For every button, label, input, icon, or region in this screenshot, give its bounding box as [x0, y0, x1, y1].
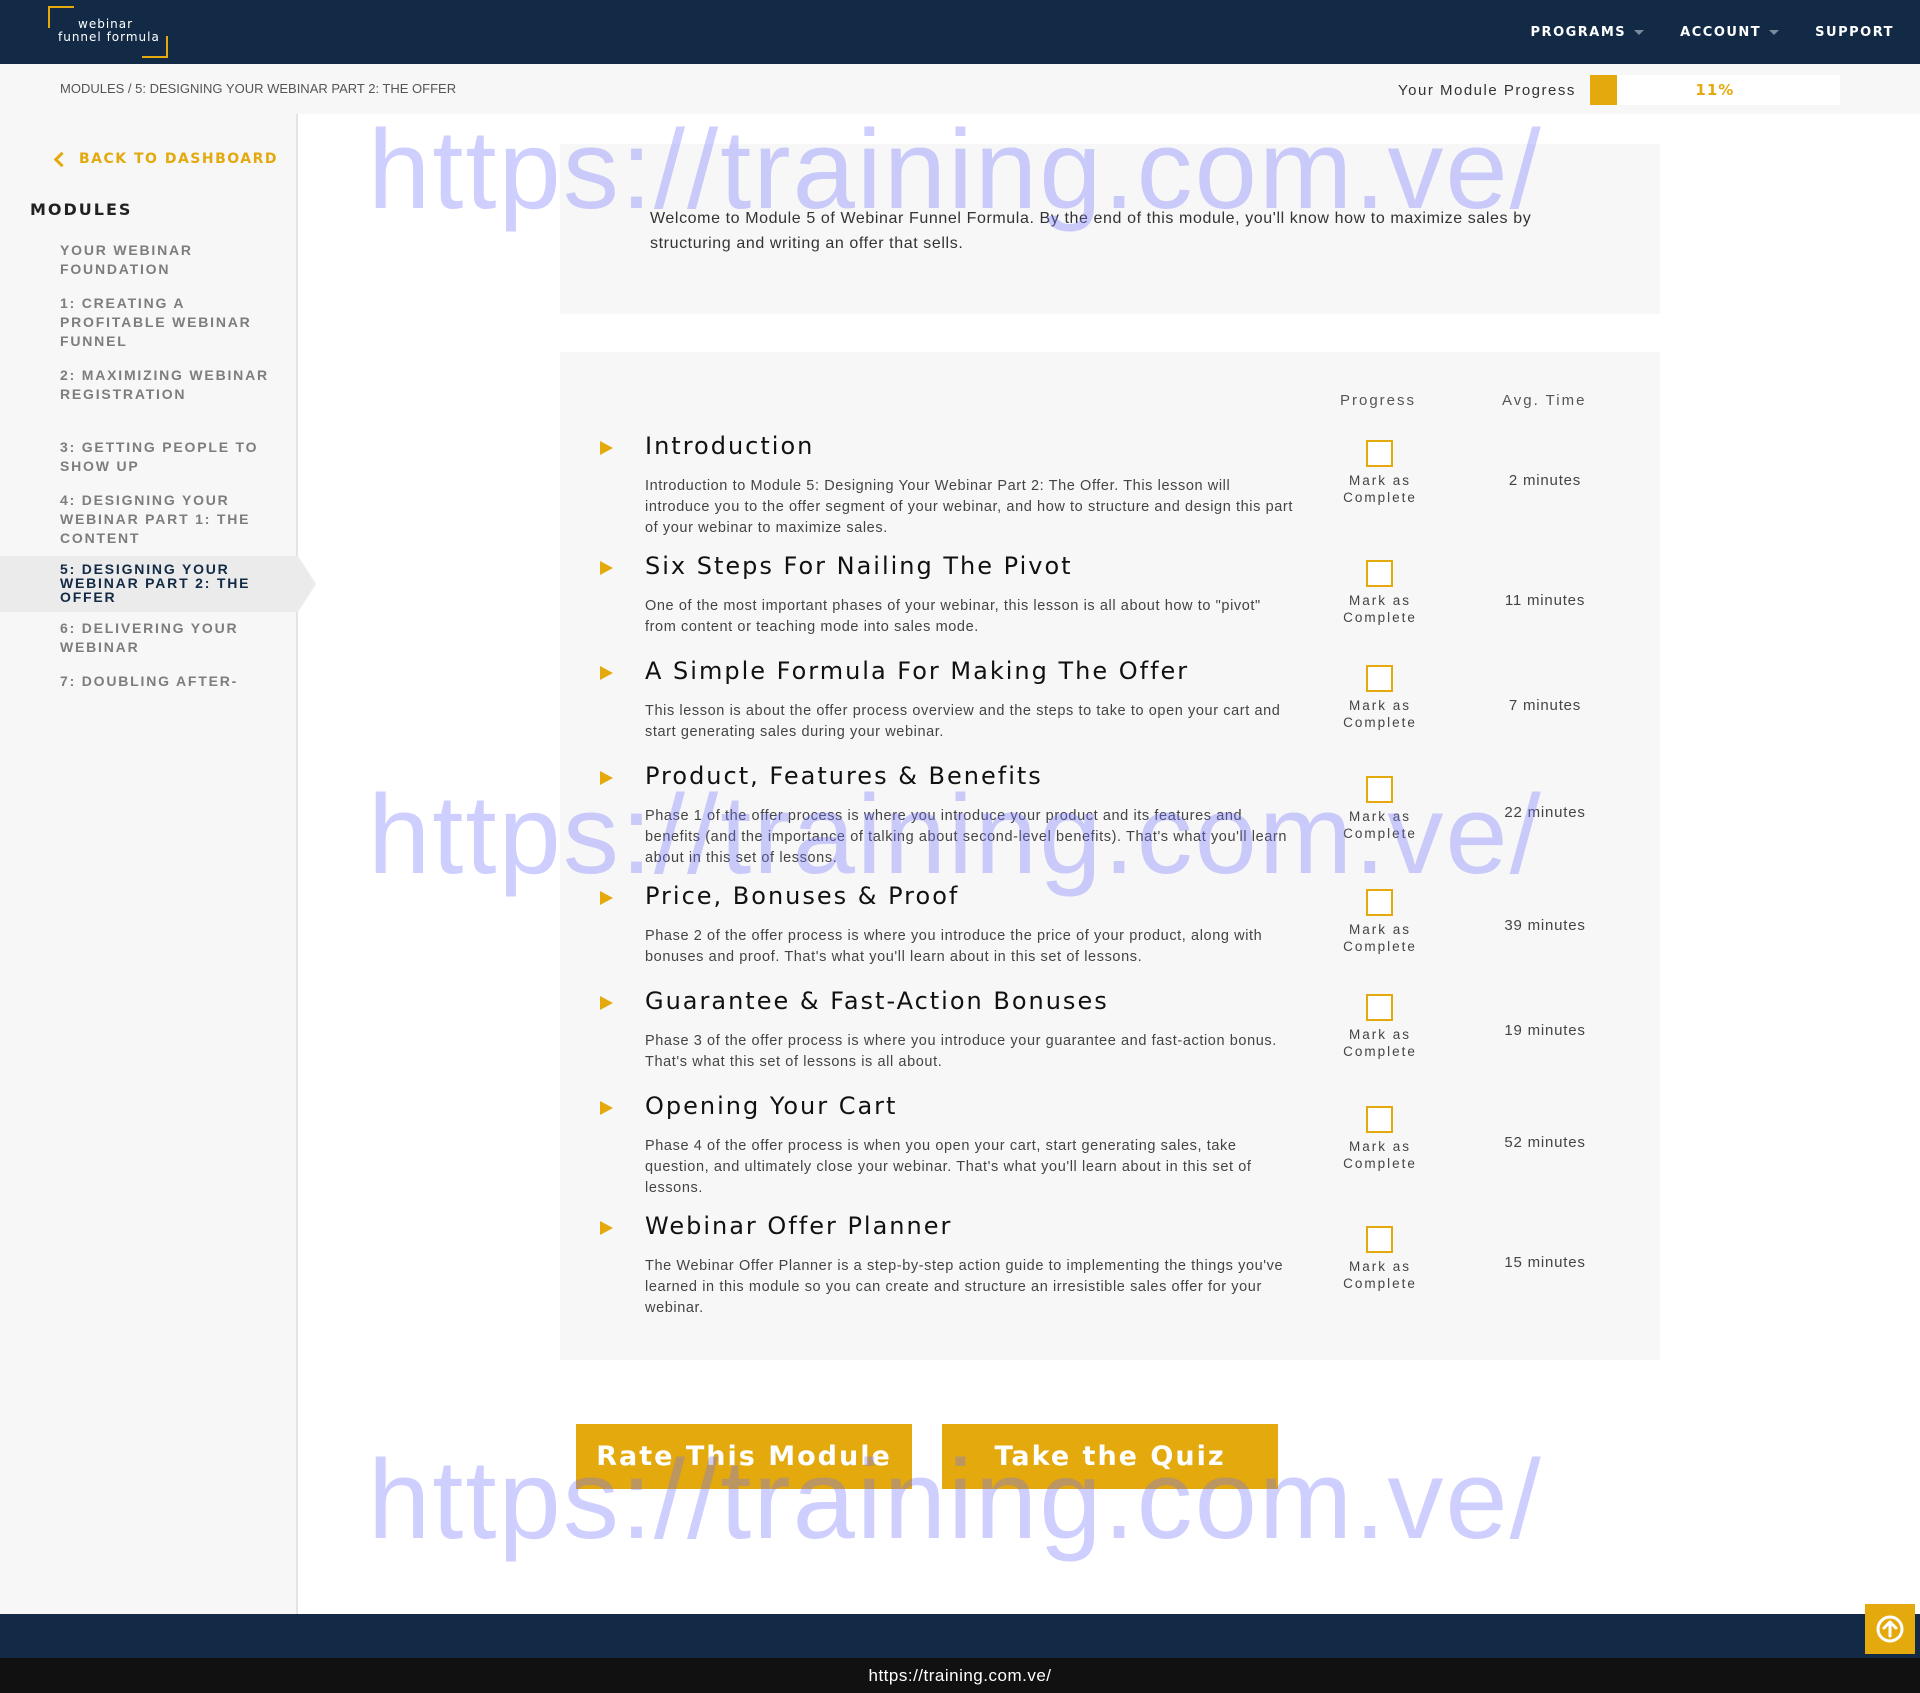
- sidebar-item-module-2[interactable]: 2: MAXIMIZING WEBINAR REGISTRATION: [60, 366, 270, 404]
- lesson-description: This lesson is about the offer process o…: [645, 703, 1281, 740]
- lesson-title[interactable]: Guarantee & Fast-Action Bonuses: [645, 987, 1109, 1015]
- module-progress-label: Your Module Progress: [1398, 81, 1576, 99]
- footer-url: https://training.com.ve/: [0, 1658, 1920, 1693]
- lesson-title[interactable]: Price, Bonuses & Proof: [645, 882, 959, 910]
- modules-heading: MODULES: [30, 200, 133, 219]
- sidebar-item-module-3[interactable]: 3: GETTING PEOPLE TO SHOW UP: [60, 438, 270, 476]
- mark-complete-label: Mark as Complete: [1343, 922, 1417, 954]
- caret-down-icon: [1769, 29, 1780, 35]
- arrow-up-circle-icon: [1876, 1615, 1904, 1643]
- logo-text-line2: funnel formula: [58, 30, 160, 44]
- play-icon[interactable]: [600, 1101, 613, 1115]
- lesson-time: 15 minutes: [1504, 1254, 1586, 1271]
- mark-complete-checkbox[interactable]: [1366, 560, 1393, 587]
- lesson-description: Phase 2 of the offer process is where yo…: [645, 928, 1263, 965]
- nav-account[interactable]: ACCOUNT: [1680, 24, 1780, 40]
- play-icon[interactable]: [600, 891, 613, 905]
- lesson-title[interactable]: Product, Features & Benefits: [645, 762, 1043, 790]
- play-icon[interactable]: [600, 441, 613, 455]
- nav-account-label: ACCOUNT: [1680, 24, 1762, 40]
- sub-header-bar: MODULES / 5: DESIGNING YOUR WEBINAR PART…: [0, 64, 1920, 114]
- module-intro-card: Welcome to Module 5 of Webinar Funnel Fo…: [560, 144, 1660, 314]
- mark-complete-checkbox[interactable]: [1366, 440, 1393, 467]
- module-progress-percent: 11%: [1695, 81, 1735, 99]
- progress-column-header: Progress: [1340, 392, 1417, 409]
- caret-down-icon: [1634, 29, 1645, 35]
- lesson-title[interactable]: Webinar Offer Planner: [645, 1212, 952, 1240]
- lesson-description: Phase 3 of the offer process is where yo…: [645, 1033, 1277, 1070]
- mark-complete-label: Mark as Complete: [1343, 809, 1417, 841]
- module-intro-text: Welcome to Module 5 of Webinar Funnel Fo…: [650, 210, 1532, 252]
- webinar-funnel-formula-logo[interactable]: webinar funnel formula: [48, 6, 168, 58]
- mark-complete-checkbox[interactable]: [1366, 889, 1393, 916]
- lesson-title[interactable]: A Simple Formula For Making The Offer: [645, 657, 1189, 685]
- lesson-description: Phase 1 of the offer process is where yo…: [645, 808, 1288, 866]
- mark-complete-label: Mark as Complete: [1343, 593, 1417, 625]
- sidebar-item-module-6[interactable]: 6: DELIVERING YOUR WEBINAR: [60, 619, 270, 657]
- lesson-description: Introduction to Module 5: Designing Your…: [645, 478, 1293, 536]
- play-icon[interactable]: [600, 561, 613, 575]
- mark-complete-label: Mark as Complete: [1343, 1027, 1417, 1059]
- sidebar-item-foundation[interactable]: YOUR WEBINAR FOUNDATION: [60, 241, 270, 279]
- mark-complete-checkbox[interactable]: [1366, 776, 1393, 803]
- breadcrumb[interactable]: MODULES / 5: DESIGNING YOUR WEBINAR PART…: [60, 81, 456, 96]
- play-icon[interactable]: [600, 666, 613, 680]
- lesson-title[interactable]: Opening Your Cart: [645, 1092, 897, 1120]
- take-quiz-button[interactable]: Take the Quiz: [942, 1424, 1278, 1489]
- mark-complete-checkbox[interactable]: [1366, 1106, 1393, 1133]
- mark-complete-label: Mark as Complete: [1343, 1139, 1417, 1171]
- sidebar-item-module-1[interactable]: 1: CREATING A PROFITABLE WEBINAR FUNNEL: [60, 294, 270, 351]
- logo-corner-top-left: [48, 6, 74, 28]
- lesson-description: One of the most important phases of your…: [645, 598, 1261, 635]
- logo-text-line1: webinar: [78, 17, 134, 31]
- chevron-left-icon: [53, 151, 70, 167]
- mark-complete-label: Mark as Complete: [1343, 1259, 1417, 1291]
- lessons-table: Progress Avg. Time Introduction Introduc…: [560, 352, 1660, 1360]
- lesson-time: 52 minutes: [1504, 1134, 1586, 1151]
- back-to-dashboard-link[interactable]: BACK TO DASHBOARD: [53, 151, 279, 167]
- module-progress: Your Module Progress 11%: [1398, 75, 1840, 105]
- mark-complete-label: Mark as Complete: [1343, 473, 1417, 505]
- lesson-time: 39 minutes: [1504, 917, 1586, 934]
- nav-programs-label: PROGRAMS: [1530, 24, 1627, 40]
- play-icon[interactable]: [600, 771, 613, 785]
- mark-complete-checkbox[interactable]: [1366, 1226, 1393, 1253]
- scroll-to-top-button[interactable]: [1865, 1604, 1915, 1654]
- nav-support-label: SUPPORT: [1815, 24, 1894, 40]
- lesson-time: 22 minutes: [1504, 804, 1586, 821]
- sidebar-item-module-5[interactable]: 5: DESIGNING YOUR WEBINAR PART 2: THE OF…: [60, 562, 270, 604]
- lesson-description: Phase 4 of the offer process is when you…: [645, 1138, 1252, 1196]
- lesson-time: 7 minutes: [1508, 697, 1582, 714]
- avg-time-column-header: Avg. Time: [1502, 392, 1587, 409]
- lesson-title[interactable]: Introduction: [645, 432, 814, 460]
- lesson-description: The Webinar Offer Planner is a step-by-s…: [645, 1258, 1284, 1316]
- page-footer: [0, 1614, 1920, 1658]
- lesson-time: 11 minutes: [1504, 592, 1586, 609]
- mark-complete-checkbox[interactable]: [1366, 665, 1393, 692]
- sidebar-item-module-7[interactable]: 7: DOUBLING AFTER-: [60, 672, 270, 691]
- sidebar-item-module-4[interactable]: 4: DESIGNING YOUR WEBINAR PART 1: THE CO…: [60, 491, 270, 548]
- top-navbar: webinar funnel formula PROGRAMS ACCOUNT …: [0, 0, 1920, 64]
- rate-module-button[interactable]: Rate This Module: [576, 1424, 912, 1489]
- back-to-dashboard-label: BACK TO DASHBOARD: [79, 151, 279, 167]
- lesson-time: 19 minutes: [1504, 1022, 1586, 1039]
- lesson-time: 2 minutes: [1508, 472, 1582, 489]
- play-icon[interactable]: [600, 1221, 613, 1235]
- nav-programs[interactable]: PROGRAMS: [1531, 25, 1645, 40]
- nav-support[interactable]: SUPPORT: [1815, 25, 1894, 40]
- modules-sidebar: BACK TO DASHBOARD MODULES YOUR WEBINAR F…: [0, 114, 316, 1614]
- main-nav: PROGRAMS ACCOUNT SUPPORT: [1531, 0, 1894, 64]
- lesson-title[interactable]: Six Steps For Nailing The Pivot: [645, 552, 1073, 580]
- module-progress-bar: 11%: [1589, 75, 1840, 105]
- play-icon[interactable]: [600, 996, 613, 1010]
- mark-complete-checkbox[interactable]: [1366, 994, 1393, 1021]
- mark-complete-label: Mark as Complete: [1343, 698, 1417, 730]
